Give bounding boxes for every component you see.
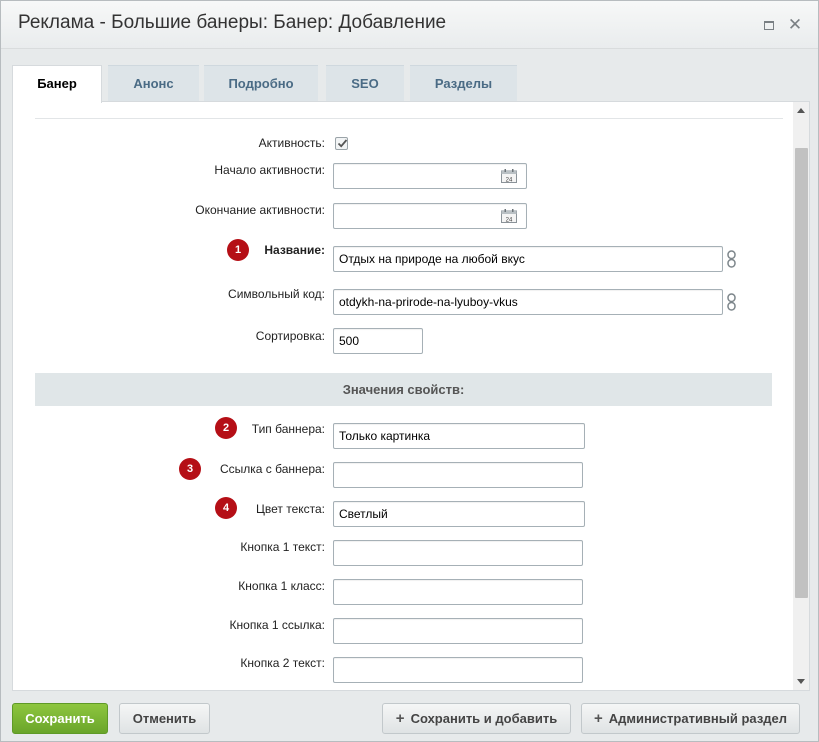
btn1-text-label: Кнопка 1 текст: xyxy=(240,540,325,554)
admin-section-button[interactable]: + Административный раздел xyxy=(581,703,800,734)
btn2-text-input[interactable] xyxy=(333,657,583,683)
sort-label: Сортировка: xyxy=(255,329,325,343)
banner-type-label: Тип баннера: xyxy=(251,422,325,436)
start-date-input[interactable] xyxy=(333,163,527,189)
step-badge-2: 2 xyxy=(215,417,237,439)
banner-link-input[interactable] xyxy=(333,462,583,488)
form-area: Активность: Начало активности: 24 Оконча… xyxy=(13,102,793,690)
name-label: Название: xyxy=(264,243,325,257)
btn1-class-label: Кнопка 1 класс: xyxy=(238,579,325,593)
btn1-link-label: Кнопка 1 ссылка: xyxy=(229,618,325,632)
plus-icon: + xyxy=(593,710,603,727)
maximize-icon[interactable] xyxy=(759,15,779,35)
banner-link-label: Ссылка с баннера: xyxy=(219,462,325,476)
section-header: Значения свойств: xyxy=(35,373,772,406)
cancel-button[interactable]: Отменить xyxy=(119,703,210,734)
calendar-icon[interactable]: 24 xyxy=(501,209,517,223)
step-badge-1: 1 xyxy=(227,239,249,261)
calendar-icon[interactable]: 24 xyxy=(501,169,517,183)
admin-section-label: Административный раздел xyxy=(608,711,788,726)
active-label: Активность: xyxy=(258,136,325,150)
scroll-thumb[interactable] xyxy=(795,148,808,598)
save-button[interactable]: Сохранить xyxy=(12,703,108,734)
window-title: Реклама - Большие банеры: Банер: Добавле… xyxy=(18,12,447,33)
tab-announce[interactable]: Анонс xyxy=(108,65,199,101)
active-checkbox[interactable] xyxy=(335,137,348,150)
vertical-scrollbar[interactable] xyxy=(793,102,809,690)
btn1-link-input[interactable] xyxy=(333,618,583,644)
dialog-window: Реклама - Большие банеры: Банер: Добавле… xyxy=(0,0,819,742)
tab-seo[interactable]: SEO xyxy=(326,65,404,101)
save-and-add-button[interactable]: + Сохранить и добавить xyxy=(382,703,571,734)
content-panel: Активность: Начало активности: 24 Оконча… xyxy=(12,101,810,691)
save-and-add-label: Сохранить и добавить xyxy=(410,711,558,726)
svg-text:24: 24 xyxy=(506,217,513,223)
title-bar[interactable]: Реклама - Большие банеры: Банер: Добавле… xyxy=(1,1,818,49)
sort-input[interactable]: 500 xyxy=(333,328,423,354)
name-input[interactable]: Отдых на природе на любой вкус xyxy=(333,246,723,272)
end-date-input[interactable] xyxy=(333,203,527,229)
btn2-text-label: Кнопка 2 текст: xyxy=(240,656,325,670)
step-badge-4: 4 xyxy=(215,497,237,519)
text-color-input[interactable]: Светлый xyxy=(333,501,585,527)
scroll-up-arrow-icon[interactable] xyxy=(797,108,805,113)
btn1-text-input[interactable] xyxy=(333,540,583,566)
tab-sections[interactable]: Разделы xyxy=(410,65,517,101)
text-color-label: Цвет текста: xyxy=(255,502,325,516)
end-label: Окончание активности: xyxy=(195,203,325,217)
step-badge-3: 3 xyxy=(179,458,201,480)
link-icon[interactable] xyxy=(727,293,736,311)
checkmark-icon xyxy=(337,139,348,148)
link-icon[interactable] xyxy=(727,250,736,268)
divider xyxy=(35,118,783,119)
banner-type-input[interactable]: Только картинка xyxy=(333,423,585,449)
close-icon[interactable]: ✕ xyxy=(785,15,805,35)
tab-banner[interactable]: Банер xyxy=(12,65,102,103)
svg-text:24: 24 xyxy=(506,177,513,183)
code-input[interactable]: otdykh-na-prirode-na-lyuboy-vkus xyxy=(333,289,723,315)
btn1-class-input[interactable] xyxy=(333,579,583,605)
start-label: Начало активности: xyxy=(214,163,325,177)
plus-icon: + xyxy=(395,710,405,727)
code-label: Символьный код: xyxy=(228,287,325,301)
scroll-down-arrow-icon[interactable] xyxy=(797,679,805,684)
tab-details[interactable]: Подробно xyxy=(204,65,318,101)
